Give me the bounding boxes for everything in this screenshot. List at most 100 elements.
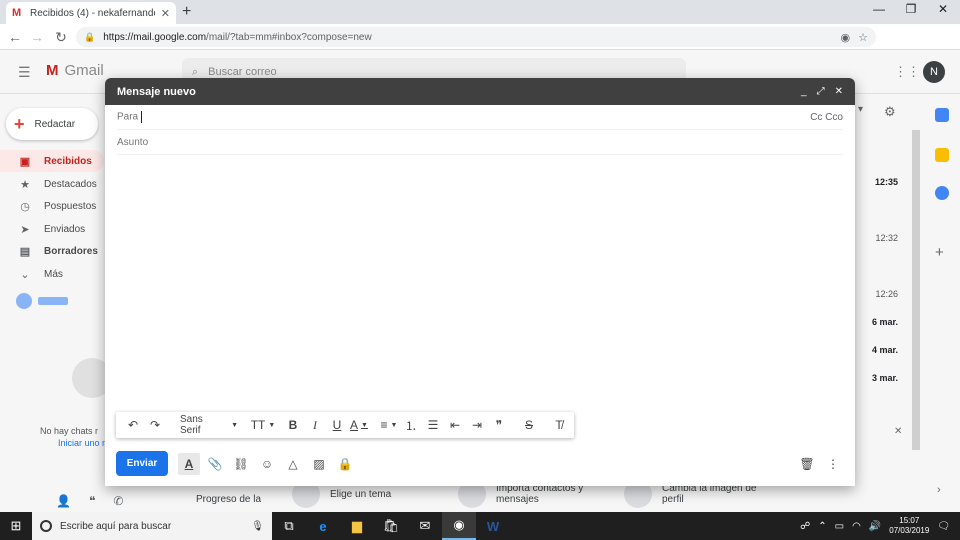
add-addon-icon[interactable]: +: [935, 244, 944, 261]
word-icon[interactable]: W: [476, 512, 510, 540]
numbered-list-icon[interactable]: ⒈: [400, 414, 422, 436]
inbox-icon: ▣: [19, 155, 31, 168]
back-button[interactable]: ←: [6, 29, 24, 45]
fullscreen-icon[interactable]: ⤢: [817, 86, 825, 97]
to-field[interactable]: Para Cc Cco: [117, 105, 843, 130]
apps-grid-icon[interactable]: ⋮⋮: [894, 64, 920, 80]
promo-progress[interactable]: Progreso de la: [196, 494, 261, 505]
chevron-down-icon: ⌄: [20, 268, 30, 281]
formatting-options-icon[interactable]: A: [178, 452, 200, 475]
message-body[interactable]: [105, 155, 855, 405]
font-select[interactable]: Sans Serif ▼: [174, 414, 244, 436]
mail-icon[interactable]: ✉: [408, 512, 442, 540]
clear-formatting-icon[interactable]: T̸: [548, 414, 570, 436]
close-window-button[interactable]: ✕: [928, 2, 958, 16]
omnibox[interactable]: 🔒 https://mail.google.com/mail/?tab=mm#i…: [76, 27, 876, 47]
settings-dropdown-icon[interactable]: ▾: [858, 104, 863, 115]
compose-title: Mensaje nuevo: [117, 85, 196, 98]
battery-icon[interactable]: ▭: [835, 521, 844, 532]
discard-draft-icon[interactable]: 🗑: [796, 453, 818, 475]
taskbar-search[interactable]: Escribe aquí para buscar 🎙: [32, 512, 272, 540]
chevron-right-icon[interactable]: ›: [937, 484, 941, 496]
bold-icon[interactable]: B: [282, 414, 304, 436]
insert-link-icon[interactable]: ⛓: [230, 453, 252, 475]
store-icon[interactable]: 🛍: [374, 512, 408, 540]
compose-header[interactable]: Mensaje nuevo _ ⤢ ✕: [105, 78, 855, 105]
sidebar-item-starred[interactable]: ★ Destacados: [0, 173, 104, 195]
bookmark-star-icon[interactable]: ☆: [858, 31, 868, 44]
compose-dialog: Mensaje nuevo _ ⤢ ✕ Para Cc Cco Asunto ↶…: [105, 78, 855, 486]
underline-icon[interactable]: U: [326, 414, 348, 436]
font-size-icon[interactable]: TT ▼: [251, 414, 276, 436]
sidebar-item-label: Recibidos: [44, 155, 92, 167]
scrollbar[interactable]: [912, 130, 920, 450]
italic-icon[interactable]: I: [304, 414, 326, 436]
start-chat-link[interactable]: Iniciar uno n: [58, 438, 107, 448]
sidebar-item-inbox[interactable]: ▣ Recibidos: [0, 150, 104, 172]
close-icon[interactable]: ✕: [835, 86, 843, 97]
chevron-up-icon[interactable]: ⌃: [818, 521, 826, 532]
lock-icon: 🔒: [84, 31, 96, 42]
sidebar-item-sent[interactable]: ➤ Enviados: [0, 218, 104, 240]
restore-button[interactable]: ❐: [896, 2, 926, 16]
promo-label: Progreso de la: [196, 494, 262, 505]
sidebar-item-label: Pospuestos: [44, 200, 97, 212]
strikethrough-icon[interactable]: S: [518, 414, 540, 436]
email-time: 12:35: [874, 177, 898, 187]
quote-icon[interactable]: ❞: [488, 414, 510, 436]
file-explorer-icon[interactable]: ▆: [340, 512, 374, 540]
new-tab-button[interactable]: +: [182, 3, 191, 21]
minimize-icon[interactable]: _: [801, 86, 807, 97]
minimize-button[interactable]: —: [864, 2, 894, 16]
subject-field[interactable]: Asunto: [117, 130, 843, 155]
indent-less-icon[interactable]: ⇤: [444, 414, 466, 436]
gmail-logo[interactable]: M Gmail: [46, 62, 104, 79]
sidebar-item-more[interactable]: ⌄ Más: [0, 263, 104, 285]
clock[interactable]: 15:07 07/03/2019: [889, 516, 929, 536]
insert-photo-icon[interactable]: ▨: [308, 453, 330, 475]
windows-start-icon[interactable]: ⊞: [0, 512, 32, 540]
volume-icon[interactable]: 🔊: [869, 521, 881, 532]
cc-bcc-link[interactable]: Cc Cco: [810, 112, 843, 123]
keep-icon[interactable]: [935, 148, 949, 162]
more-options-icon[interactable]: ⋮: [822, 453, 844, 475]
browser-tab[interactable]: M Recibidos (4) - nekafernandez20 ✕: [6, 2, 176, 24]
chrome-icon[interactable]: ◉: [442, 512, 476, 540]
forward-button[interactable]: →: [28, 29, 46, 45]
close-icon[interactable]: ✕: [894, 426, 902, 437]
account-avatar[interactable]: N: [923, 61, 945, 83]
indent-more-icon[interactable]: ⇥: [466, 414, 488, 436]
compose-button[interactable]: + Redactar: [6, 108, 98, 140]
main-menu-icon[interactable]: ☰: [18, 64, 31, 81]
attach-file-icon[interactable]: 📎: [204, 453, 226, 475]
send-button[interactable]: Enviar: [116, 451, 168, 476]
phone-icon[interactable]: ✆: [113, 494, 123, 508]
microphone-icon[interactable]: 🎙: [251, 521, 264, 532]
calendar-icon[interactable]: [935, 108, 949, 122]
notification-icon[interactable]: 🗨: [937, 521, 950, 532]
edge-icon[interactable]: e: [306, 512, 340, 540]
align-icon[interactable]: ≡ ▼: [378, 414, 400, 436]
tracking-icon[interactable]: ◉: [841, 31, 851, 44]
gear-icon[interactable]: ⚙: [884, 104, 896, 120]
undo-icon[interactable]: ↶: [122, 414, 144, 436]
drive-icon[interactable]: △: [282, 453, 304, 475]
sidebar-item-snoozed[interactable]: ◷ Pospuestos: [0, 195, 104, 217]
people-icon[interactable]: ☍: [800, 521, 810, 532]
reload-button[interactable]: ↻: [52, 29, 70, 46]
hangouts-user[interactable]: [16, 293, 68, 309]
text-color-icon[interactable]: A ▼: [348, 414, 370, 436]
wifi-icon[interactable]: ◠: [852, 521, 861, 532]
close-tab-icon[interactable]: ✕: [161, 7, 170, 20]
task-view-icon[interactable]: ⧉: [272, 512, 306, 540]
sidebar-item-drafts[interactable]: ▤ Borradores: [0, 240, 104, 262]
tasks-icon[interactable]: [935, 186, 949, 200]
person-icon[interactable]: 👤: [56, 494, 71, 508]
emoji-icon[interactable]: ☺: [256, 453, 278, 475]
draft-icon: ▤: [19, 245, 31, 258]
redo-icon[interactable]: ↷: [144, 414, 166, 436]
bulleted-list-icon[interactable]: ☰: [422, 414, 444, 436]
confidential-mode-icon[interactable]: 🔒: [334, 453, 356, 475]
no-chats-text: No hay chats r: [40, 426, 99, 436]
hangouts-icon[interactable]: ❝: [89, 494, 95, 508]
